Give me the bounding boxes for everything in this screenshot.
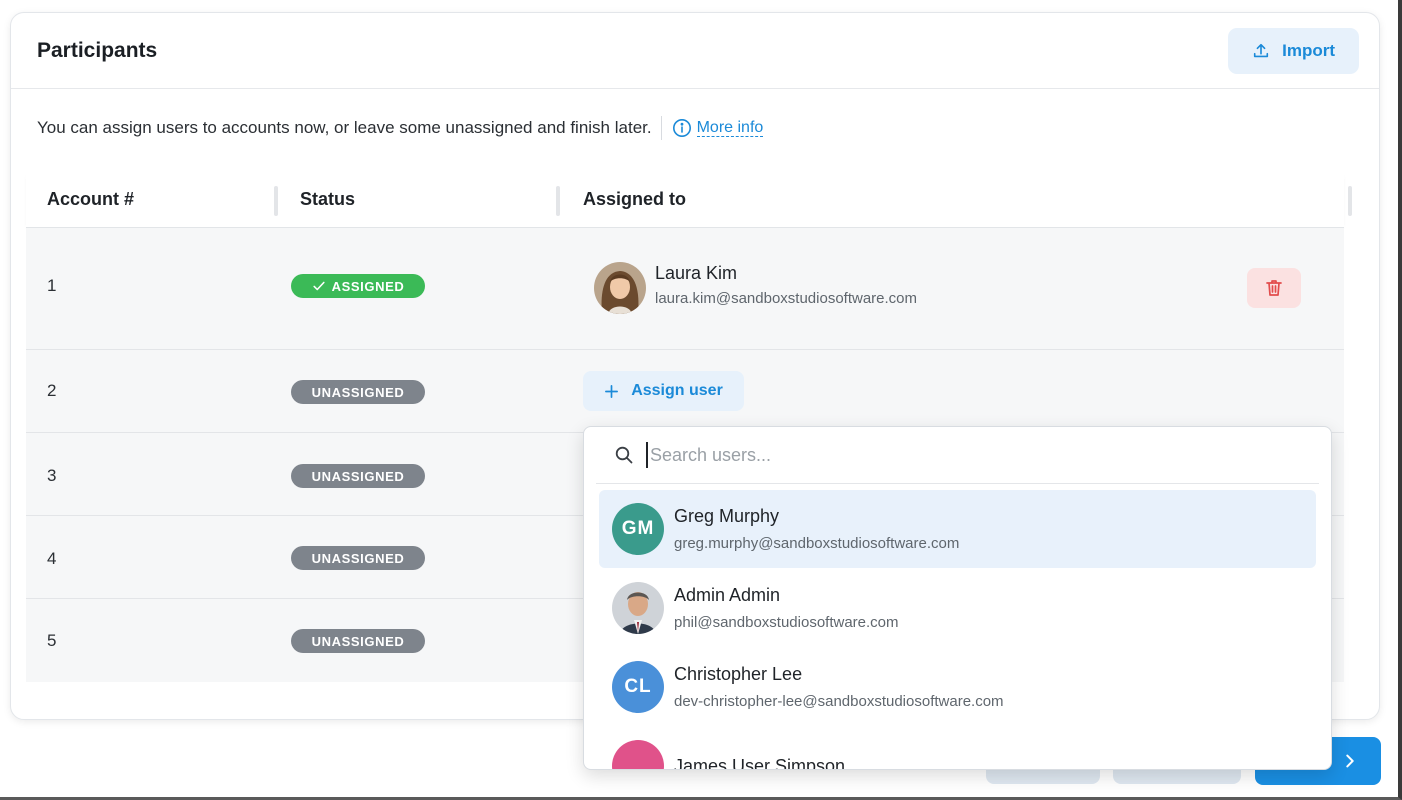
option-name: James User Simpson xyxy=(674,755,846,770)
account-number: 5 xyxy=(47,631,57,650)
assign-user-label: Assign user xyxy=(631,382,723,399)
import-label: Import xyxy=(1282,40,1335,60)
table-row: 1 ASSIGNED Laura Kim laura.kim@sandboxst… xyxy=(26,228,1344,350)
option-email: greg.murphy@sandboxstudiosoftware.com xyxy=(674,535,960,552)
user-option-greg-murphy[interactable]: GM Greg Murphy greg.murphy@sandboxstudio… xyxy=(599,490,1316,568)
check-icon xyxy=(313,281,325,291)
table-header: Account # Status Assigned to xyxy=(26,170,1352,228)
user-photo-icon xyxy=(612,582,664,634)
option-name: Admin Admin xyxy=(674,585,781,605)
plus-icon xyxy=(605,384,619,398)
option-email: dev-christopher-lee@sandboxstudiosoftwar… xyxy=(674,693,1004,710)
status-label: ASSIGNED xyxy=(331,278,405,294)
intro-text: You can assign users to accounts now, or… xyxy=(37,118,652,137)
assigned-user: Laura Kim laura.kim@sandboxstudiosoftwar… xyxy=(594,262,917,314)
chevron-right-icon xyxy=(1346,754,1354,768)
option-name: Greg Murphy xyxy=(674,506,780,526)
avatar xyxy=(612,582,664,634)
table-row: 2 UNASSIGNED Assign user xyxy=(26,350,1344,433)
avatar: GM xyxy=(612,503,664,555)
account-number: 2 xyxy=(47,381,57,400)
avatar xyxy=(612,740,664,769)
avatar xyxy=(594,262,646,314)
page-title: Participants xyxy=(37,38,158,62)
search-input[interactable] xyxy=(646,442,1246,468)
avatar: CL xyxy=(612,661,664,713)
import-button[interactable]: Import xyxy=(1228,27,1359,74)
user-option-admin-admin[interactable]: Admin Admin phil@sandboxstudiosoftware.c… xyxy=(599,569,1316,647)
delete-button[interactable] xyxy=(1247,268,1301,308)
column-resize-handle[interactable] xyxy=(274,186,278,216)
status-badge: UNASSIGNED xyxy=(291,546,425,570)
assign-user-button[interactable]: Assign user xyxy=(583,371,744,411)
card-header: Participants Import xyxy=(11,13,1379,89)
user-email: laura.kim@sandboxstudiosoftware.com xyxy=(655,290,918,307)
intro-row: You can assign users to accounts now, or… xyxy=(11,116,1379,140)
search-icon xyxy=(615,446,633,464)
user-name: Laura Kim xyxy=(655,263,738,283)
info-icon xyxy=(672,119,691,137)
option-name: Christopher Lee xyxy=(674,664,803,684)
app-stage: Participants Import You can assign users… xyxy=(0,0,1402,800)
column-header-account[interactable]: Account # xyxy=(47,170,134,228)
account-number: 3 xyxy=(47,466,57,485)
user-option-james-user-simpson[interactable]: James User Simpson xyxy=(599,727,1316,770)
user-option-christopher-lee[interactable]: CL Christopher Lee dev-christopher-lee@s… xyxy=(599,648,1316,726)
user-photo-icon xyxy=(594,262,646,314)
option-email: phil@sandboxstudiosoftware.com xyxy=(674,614,899,631)
more-info-link[interactable]: More info xyxy=(696,119,764,137)
upload-icon xyxy=(1253,43,1269,57)
user-search-dropdown: GM Greg Murphy greg.murphy@sandboxstudio… xyxy=(583,426,1332,770)
column-header-status[interactable]: Status xyxy=(300,170,355,228)
account-number: 4 xyxy=(47,549,57,568)
column-resize-handle[interactable] xyxy=(556,186,560,216)
account-number: 1 xyxy=(47,276,57,295)
intro-divider xyxy=(660,116,662,140)
column-header-assigned-to[interactable]: Assigned to xyxy=(583,170,686,228)
status-badge: UNASSIGNED xyxy=(291,380,425,404)
search-row xyxy=(596,427,1319,484)
status-badge: UNASSIGNED xyxy=(291,464,425,488)
trash-icon xyxy=(1266,280,1282,296)
column-resize-handle[interactable] xyxy=(1348,186,1352,216)
status-badge: UNASSIGNED xyxy=(291,629,425,653)
status-badge: ASSIGNED xyxy=(291,274,425,298)
